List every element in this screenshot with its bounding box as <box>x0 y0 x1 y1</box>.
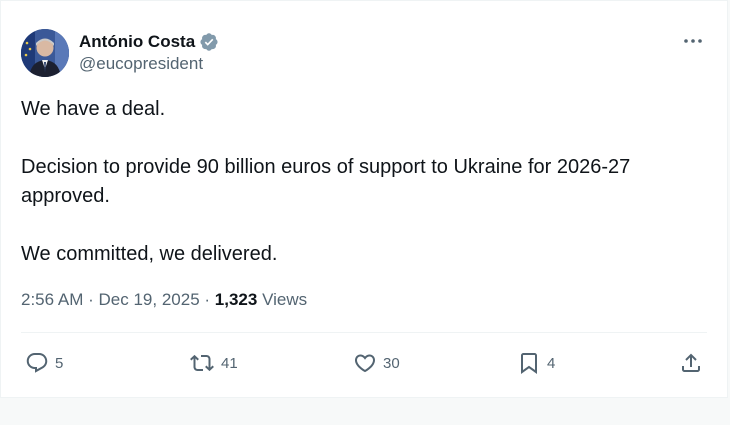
more-options-icon[interactable] <box>681 31 705 51</box>
avatar[interactable] <box>21 29 69 77</box>
bookmark-button[interactable]: 4 <box>517 347 555 379</box>
retweet-count: 41 <box>221 354 238 372</box>
tweet-date[interactable]: Dec 19, 2025 <box>99 290 200 309</box>
like-button[interactable]: 30 <box>353 347 400 379</box>
divider <box>21 332 707 333</box>
reply-icon <box>25 351 49 375</box>
bookmark-icon <box>517 351 541 375</box>
meta-separator: · <box>204 290 211 309</box>
views-count: 1,323 <box>214 290 258 309</box>
verified-badge-icon <box>199 32 219 52</box>
action-bar: 5 41 30 4 <box>21 347 703 379</box>
reply-count: 5 <box>55 354 64 372</box>
views-label: Views <box>262 290 308 309</box>
like-count: 30 <box>383 354 400 372</box>
tweet-text: We have a deal. Decision to provide 90 b… <box>21 98 631 265</box>
heart-icon <box>353 351 377 375</box>
display-name-row: António Costa <box>79 31 219 53</box>
retweet-button[interactable]: 41 <box>189 347 238 379</box>
author-handle[interactable]: @eucopresident <box>79 54 219 74</box>
share-icon <box>679 351 703 375</box>
bookmark-count: 4 <box>547 354 556 372</box>
retweet-icon <box>189 351 215 375</box>
tweet-time[interactable]: 2:56 AM <box>21 290 83 309</box>
tweet-header: António Costa @eucopresident <box>21 29 707 79</box>
share-button[interactable] <box>679 347 703 379</box>
reply-button[interactable]: 5 <box>25 347 63 379</box>
tweet-card: António Costa @eucopresident We have a d… <box>0 0 728 398</box>
meta-separator: · <box>88 290 94 309</box>
display-name[interactable]: António Costa <box>79 32 195 52</box>
author-names: António Costa @eucopresident <box>79 31 219 74</box>
tweet-meta: 2:56 AM · Dec 19, 2025 · 1,323 Views <box>21 290 307 310</box>
